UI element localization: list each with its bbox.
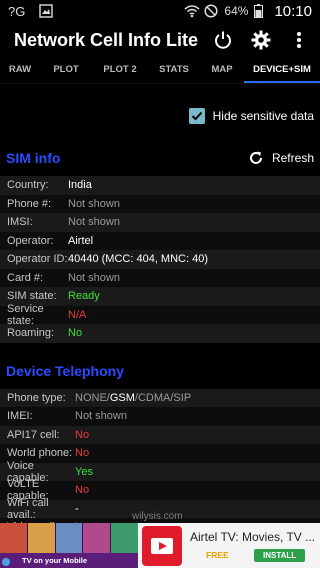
row-key: Country: (7, 179, 49, 192)
clock: 10:10 (274, 2, 312, 20)
row-value: Not shown (68, 197, 120, 210)
row-value: Not shown (68, 216, 120, 229)
ad-title: Airtel TV: Movies, TV ... (190, 529, 316, 544)
row-key: Card #: (7, 271, 44, 284)
hide-sensitive-checkbox[interactable] (188, 108, 205, 124)
phone-type-option: NONE (75, 391, 107, 404)
row-key: Operator ID: (7, 253, 68, 266)
row-key: IMEI: (7, 410, 33, 423)
hide-sensitive-label: Hide sensitive data (212, 109, 314, 123)
row-value: No (75, 484, 90, 497)
row-value: Not shown (68, 271, 120, 284)
ad-info-icon[interactable] (2, 558, 10, 566)
image-notification-icon (39, 4, 54, 18)
table-row: Operator: Airtel (0, 231, 320, 250)
row-key: Roaming: (7, 327, 55, 340)
row-value: Not shown (75, 410, 127, 423)
row-value: No (75, 447, 90, 460)
row-value: 40440 (MCC: 404, MNC: 40) (68, 253, 208, 266)
phone-type-option: CDMA (137, 391, 171, 404)
checkmark-icon (191, 111, 202, 121)
tab-plot-2[interactable]: PLOT 2 (92, 64, 148, 83)
table-row: Country: India (0, 176, 320, 195)
row-key: SIM state: (7, 290, 57, 303)
do-not-disturb-icon (204, 4, 218, 18)
hide-sensitive-row[interactable]: Hide sensitive data (0, 92, 320, 140)
app-logo-play-icon[interactable] (142, 525, 182, 566)
row-value: No (68, 327, 83, 340)
row-value: Airtel (68, 234, 94, 247)
sim-info-table: Country: India Phone #: Not shown IMSI: Not s… (0, 176, 320, 343)
app-title: Network Cell Info Lite (14, 29, 199, 50)
table-row: API17 cell: No (0, 425, 320, 444)
tab-raw[interactable]: RAW (0, 64, 40, 83)
refresh-icon (249, 151, 262, 164)
watermark: wilysis.com (132, 511, 183, 522)
tab-device-sim[interactable]: DEVICE+SIM (244, 64, 320, 83)
ad-banner-text: TV on your Mobile (22, 556, 87, 565)
table-row: IMSI: Not shown (0, 213, 320, 232)
tab-map[interactable]: MAP (200, 64, 244, 83)
row-value: No (75, 428, 90, 441)
network-type-text: ?G (8, 3, 26, 19)
ad-text[interactable]: Airtel TV: Movies, TV ... FREE INSTALL (190, 530, 320, 562)
table-row: Service state: N/A (0, 302, 320, 327)
settings-gear-icon[interactable] (250, 29, 272, 51)
row-value: Ready (68, 290, 100, 303)
table-row: Phone #: Not shown (0, 194, 320, 213)
table-row: Roaming: No (0, 324, 320, 343)
ad-banner[interactable]: TV on your Mobile Airtel TV: Movies, TV … (0, 523, 320, 568)
sim-info-header: SIM info Refresh (0, 140, 320, 176)
phone-type-value: NONE/GSM/CDMA/SIP (75, 392, 191, 404)
row-key: Phone type: (7, 391, 66, 404)
row-key: IMSI: (7, 216, 33, 229)
status-bar: ?G 64% 10:10 (0, 0, 320, 22)
row-key: Service state: (7, 302, 44, 327)
refresh-label: Refresh (271, 151, 314, 165)
row-key: API17 cell: (7, 428, 60, 441)
battery-icon (254, 4, 268, 18)
row-value: - (75, 502, 79, 515)
tab-plot[interactable]: PLOT (40, 64, 92, 83)
row-key: Phone #: (7, 197, 52, 210)
device-telephony-title: Device Telephony (6, 362, 125, 379)
refresh-button[interactable]: Refresh (248, 150, 314, 166)
tab-stats[interactable]: STATS (148, 64, 200, 83)
app-bar: Network Cell Info Lite (0, 22, 320, 58)
install-button[interactable]: INSTALL (254, 548, 306, 562)
phone-type-option: SIP (173, 391, 192, 404)
battery-percent: 64% (224, 4, 249, 18)
tab-bar: RAW PLOT PLOT 2 STATS MAP DEVICE+SIM (0, 58, 320, 84)
table-row: IMEI: Not shown (0, 407, 320, 426)
table-row: Card #: Not shown (0, 268, 320, 287)
row-value: India (68, 179, 92, 192)
ad-free-label: FREE (206, 550, 229, 560)
overflow-menu-icon[interactable] (288, 29, 310, 51)
phone-type-option: GSM (109, 391, 135, 404)
ad-thumbnails (0, 523, 138, 553)
row-value: Yes (75, 465, 93, 478)
row-key: World phone: (7, 447, 73, 460)
sim-info-title: SIM info (6, 150, 61, 166)
table-row: Phone type: NONE/GSM/CDMA/SIP (0, 388, 320, 407)
row-key: WiFi call avail.: (7, 496, 49, 521)
power-icon[interactable] (212, 29, 234, 51)
ad-image[interactable]: TV on your Mobile (0, 523, 138, 568)
row-value: N/A (68, 308, 87, 321)
row-key: Operator: (7, 234, 54, 247)
wifi-icon (184, 4, 200, 18)
device-telephony-header: Device Telephony (0, 353, 320, 389)
table-row: Operator ID: 40440 (MCC: 404, MNC: 40) (0, 250, 320, 269)
